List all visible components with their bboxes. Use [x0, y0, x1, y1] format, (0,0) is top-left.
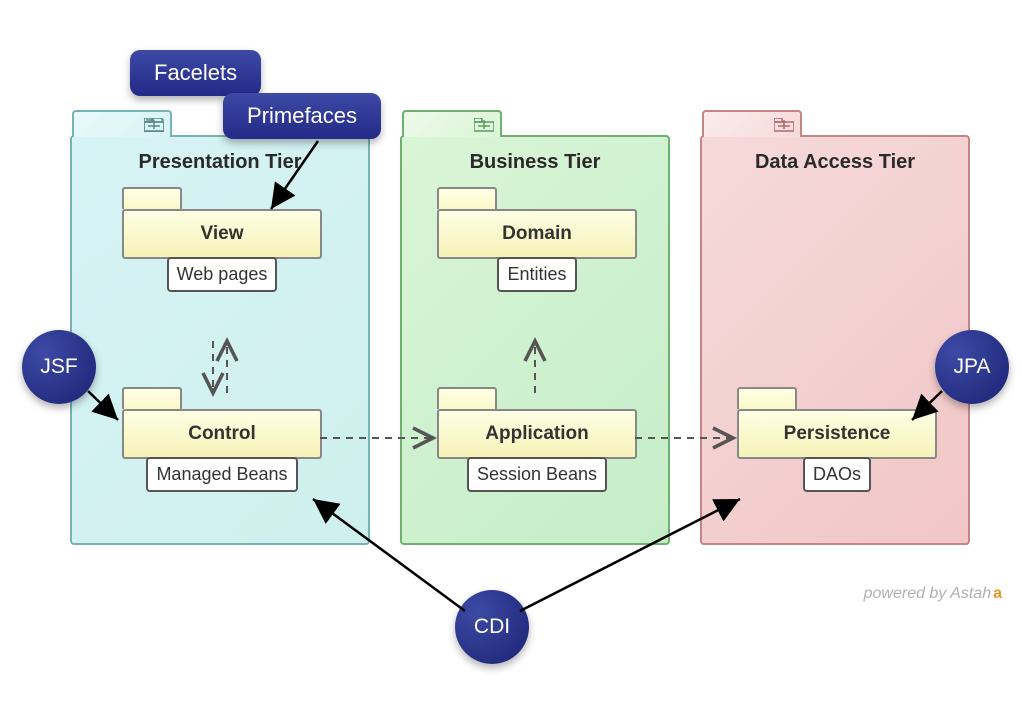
package-domain: Domain Entities [437, 187, 637, 292]
package-tab [437, 387, 497, 409]
package-desc: Managed Beans [146, 457, 297, 492]
package-name: Domain [437, 209, 637, 259]
package-name: Application [437, 409, 637, 459]
tier-title: Data Access Tier [702, 137, 968, 184]
package-application: Application Session Beans [437, 387, 637, 492]
package-desc: Entities [497, 257, 576, 292]
badge-jpa: JPA [935, 330, 1009, 404]
tier-business: Business Tier Domain Entities Applicatio… [400, 135, 670, 545]
badge-jsf: JSF [22, 330, 96, 404]
tier-tab [702, 110, 802, 137]
watermark: powered by Astaha [864, 585, 1002, 603]
badge-cdi: CDI [455, 590, 529, 664]
diagram-canvas: Presentation Tier View Web pages Control… [0, 0, 1022, 703]
tier-tab [72, 110, 172, 137]
package-tab [437, 187, 497, 209]
package-tab [122, 387, 182, 409]
package-view: View Web pages [122, 187, 322, 292]
package-persistence: Persistence DAOs [737, 387, 937, 492]
badge-primefaces: Primefaces [223, 93, 381, 139]
package-control: Control Managed Beans [122, 387, 322, 492]
package-icon [774, 118, 794, 132]
package-desc: DAOs [803, 457, 871, 492]
package-name: View [122, 209, 322, 259]
package-tab [122, 187, 182, 209]
tier-dataaccess: Data Access Tier Persistence DAOs [700, 135, 970, 545]
watermark-text: powered by Astah [864, 585, 991, 602]
tier-tab [402, 110, 502, 137]
package-tab [737, 387, 797, 409]
package-name: Control [122, 409, 322, 459]
astah-icon: a [993, 585, 1002, 602]
package-desc: Web pages [167, 257, 278, 292]
package-name: Persistence [737, 409, 937, 459]
package-icon [474, 118, 494, 132]
tier-title: Business Tier [402, 137, 668, 184]
package-desc: Session Beans [467, 457, 607, 492]
tier-presentation: Presentation Tier View Web pages Control… [70, 135, 370, 545]
tier-title: Presentation Tier [72, 137, 368, 184]
badge-facelets: Facelets [130, 50, 261, 96]
package-icon [144, 118, 164, 132]
